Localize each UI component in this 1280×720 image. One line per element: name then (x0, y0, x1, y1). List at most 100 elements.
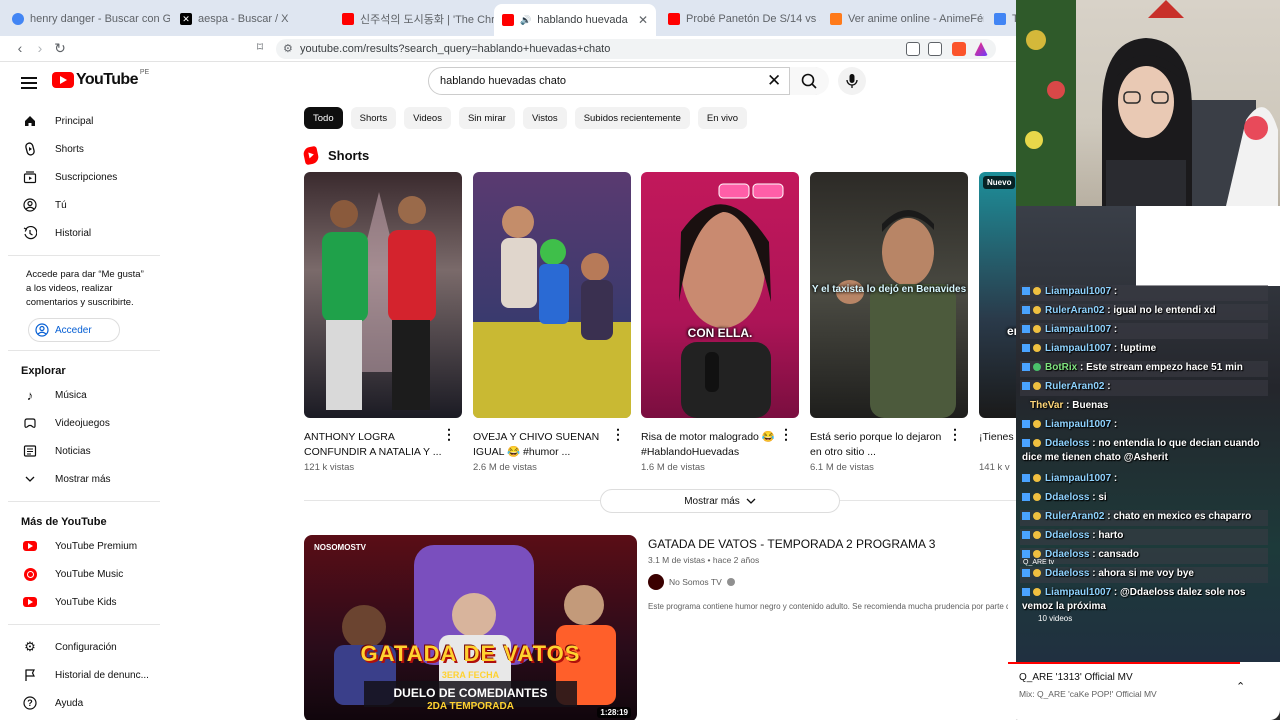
filter-chips: Todo Shorts Videos Sin mirar Vistos Subi… (304, 107, 748, 129)
avatar[interactable] (648, 574, 664, 590)
mini-player[interactable]: Q_ARE '1313' Official MV Mix: Q_ARE 'caK… (1008, 662, 1280, 720)
short-thumbnail[interactable] (304, 172, 462, 418)
sidebar-item-label: Noticias (55, 445, 91, 457)
youtube-favicon-icon (342, 13, 354, 25)
tab-label: 신주석의 도시동화 | 'The Christmas (360, 14, 494, 26)
video-thumbnail[interactable]: NOSOMOSTV GATADA DE VATOS 3ERA FECHA DUE… (304, 535, 637, 720)
share-icon[interactable] (928, 42, 942, 56)
mini-player-title[interactable]: Q_ARE '1313' Official MV (1019, 672, 1133, 683)
short-thumbnail[interactable]: Nuevo embarazada! (979, 172, 1016, 418)
you-icon (22, 197, 38, 213)
tab-youtube-christmas[interactable]: 신주석의 도시동화 | 'The Christmas (334, 6, 494, 32)
sidebar-item-label: Música (55, 389, 87, 401)
more-options-icon[interactable]: ⋮ (779, 427, 793, 441)
audio-playing-icon[interactable]: 🔊 (520, 15, 531, 26)
sidebar-item-label: Ayuda (55, 697, 84, 709)
sidebar-item-videojuegos[interactable]: Videojuegos (8, 409, 160, 437)
sidebar-item-youtube-music[interactable]: YouTube Music (8, 560, 160, 588)
tab-animefenix[interactable]: Ver anime online - AnimeFénix (822, 6, 984, 32)
short-title[interactable]: Está serio porque lo dejaron en otro sit… (810, 430, 948, 460)
chip-subidos-recientemente[interactable]: Subidos recientemente (574, 107, 690, 129)
short-title[interactable]: Risa de motor malogrado 😂 #HablandoHueva… (641, 430, 779, 460)
close-tab-icon[interactable]: ✕ (638, 13, 648, 27)
mini-player-progress[interactable] (1008, 662, 1240, 664)
chevron-up-icon[interactable]: ⌃ (1236, 680, 1245, 693)
menu-icon[interactable] (21, 74, 37, 92)
url-field[interactable]: ⚙ youtube.com/results?search_query=habla… (276, 39, 996, 59)
video-title[interactable]: GATADA DE VATOS - TEMPORADA 2 PROGRAMA 3 (648, 537, 935, 551)
sidebar-item-ayuda[interactable]: ? Ayuda (8, 689, 160, 717)
voice-search-button[interactable] (838, 67, 866, 95)
more-options-icon[interactable]: ⋮ (442, 427, 456, 441)
forward-arrow-icon[interactable]: › (32, 40, 48, 56)
sidebar-item-historial-denuncias[interactable]: Historial de denunc... (8, 661, 160, 689)
tab-youtube-paneton[interactable]: Probé Panetón De S/14 vs S/437 - Yo (660, 6, 820, 32)
site-settings-icon[interactable]: ⚙ (283, 39, 293, 59)
sidebar-item-suscripciones[interactable]: Suscripciones (8, 163, 160, 191)
short-title[interactable]: ANTHONY LOGRA CONFUNDIR A NATALIA Y ... (304, 430, 442, 460)
reload-icon[interactable]: ↻ (52, 40, 68, 57)
more-options-icon[interactable]: ⋮ (948, 427, 962, 441)
short-thumbnail-art (322, 192, 436, 410)
chip-vistos[interactable]: Vistos (522, 107, 567, 129)
tab-google-henry-danger[interactable]: henry danger - Buscar con Google (4, 6, 170, 32)
account-icon (35, 323, 49, 337)
badge-icon (1033, 493, 1041, 502)
bookmark-icon[interactable]: ⌑ (252, 40, 268, 54)
thumbnail-line: DUELO DE COMEDIANTES (393, 686, 548, 700)
short-card[interactable]: OVEJA Y CHIVO SUENAN IGUAL 😂 #humor ... … (473, 172, 631, 473)
short-views: 1.6 M de vistas (641, 462, 705, 473)
sidebar-item-historial[interactable]: Historial (8, 219, 160, 247)
sidebar-item-noticias[interactable]: Noticias (8, 437, 160, 465)
short-card[interactable]: ANTHONY LOGRA CONFUNDIR A NATALIA Y ... … (304, 172, 462, 473)
short-thumbnail[interactable] (473, 172, 631, 418)
sidebar-item-label: Suscripciones (55, 171, 118, 183)
sidebar-item-tu[interactable]: Tú (8, 191, 160, 219)
logo-text: YouTube (76, 71, 138, 88)
short-title[interactable]: OVEJA Y CHIVO SUENAN IGUAL 😂 #humor ... (473, 430, 611, 460)
clear-search-icon[interactable]: ✕ (767, 72, 781, 90)
chevron-down-icon (746, 498, 756, 504)
sidebar-item-musica[interactable]: ♪ Música (8, 381, 160, 409)
short-card[interactable]: Y el taxista lo dejó en Benavides Está s… (810, 172, 968, 473)
signin-button[interactable]: Acceder (28, 318, 120, 342)
chip-en-vivo[interactable]: En vivo (697, 107, 748, 129)
show-more-shorts-button[interactable]: Mostrar más (600, 489, 840, 513)
tab-partial[interactable]: Tr (986, 6, 1016, 32)
search-input[interactable]: hablando huevadas chato (440, 75, 566, 87)
chip-videos[interactable]: Videos (404, 107, 451, 129)
search-button[interactable] (789, 67, 829, 95)
sidebar-item-principal[interactable]: Principal (8, 107, 160, 135)
sidebar-item-youtube-premium[interactable]: YouTube Premium (8, 532, 160, 560)
chip-shorts[interactable]: Shorts (350, 107, 397, 129)
video-channel[interactable]: No Somos TV (648, 574, 735, 590)
short-card[interactable]: CON ELLA. Risa de motor malogrado 😂 #Hab… (641, 172, 799, 473)
short-thumbnail-art (836, 210, 956, 418)
sidebar-item-mostrar-mas[interactable]: Mostrar más (8, 465, 160, 493)
short-thumbnail[interactable]: Y el taxista lo dejó en Benavides (810, 172, 968, 418)
channel-name[interactable]: No Somos TV (669, 577, 722, 587)
short-title[interactable]: ¡Tienes casa, así que silencio (979, 430, 1016, 460)
short-thumbnail[interactable]: CON ELLA. (641, 172, 799, 418)
brave-shield-icon[interactable] (952, 42, 966, 56)
verified-icon (726, 578, 735, 586)
chip-todo[interactable]: Todo (304, 107, 343, 129)
search-box[interactable]: hablando huevadas chato ✕ (428, 67, 829, 95)
sidebar-item-shorts[interactable]: Shorts (8, 135, 160, 163)
tab-youtube-hablando-huevadas[interactable]: 🔊 hablando huevadas chato - Y ✕ (494, 4, 656, 36)
chat-text: cansado (1098, 549, 1139, 560)
youtube-logo[interactable]: YouTube PE (52, 69, 149, 89)
mini-player-count: 10 videos (1038, 614, 1073, 623)
sidebar-item-configuracion[interactable]: ⚙ Configuración (8, 633, 160, 661)
more-options-icon[interactable]: ⋮ (611, 427, 625, 441)
sidebar-item-youtube-kids[interactable]: YouTube Kids (8, 588, 160, 616)
back-arrow-icon[interactable]: ‹ (12, 40, 28, 56)
badge-icon (1033, 439, 1041, 448)
short-thumbnail-art (679, 183, 784, 418)
short-card[interactable]: Nuevo embarazada! ¡Tienes casa, así que … (979, 172, 1016, 473)
badge-icon (1022, 512, 1030, 521)
cast-icon[interactable] (906, 42, 920, 56)
chip-sin-mirar[interactable]: Sin mirar (458, 107, 515, 129)
tab-x-aespa[interactable]: ✕ aespa - Buscar / X (172, 6, 336, 32)
badge-icon (1022, 493, 1030, 502)
